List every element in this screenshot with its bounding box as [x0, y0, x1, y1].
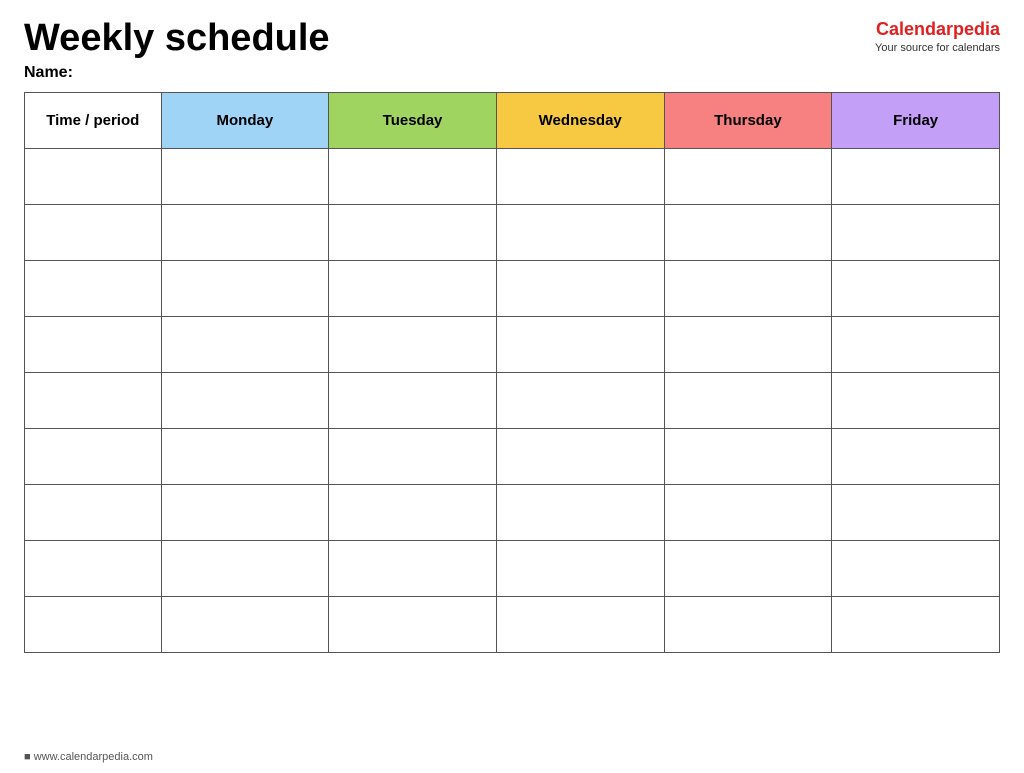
- schedule-cell[interactable]: [832, 260, 1000, 316]
- schedule-cell[interactable]: [832, 316, 1000, 372]
- schedule-cell[interactable]: [329, 316, 497, 372]
- time-cell[interactable]: [25, 204, 162, 260]
- logo-part1: Calendar: [876, 19, 953, 39]
- schedule-cell[interactable]: [664, 148, 832, 204]
- schedule-cell[interactable]: [329, 484, 497, 540]
- schedule-cell[interactable]: [161, 484, 329, 540]
- schedule-cell[interactable]: [496, 428, 664, 484]
- schedule-cell[interactable]: [832, 428, 1000, 484]
- table-row: [25, 204, 1000, 260]
- schedule-cell[interactable]: [161, 204, 329, 260]
- schedule-table: Time / period Monday Tuesday Wednesday T…: [24, 92, 1000, 653]
- title-block: Weekly schedule Name:: [24, 18, 330, 82]
- schedule-cell[interactable]: [496, 316, 664, 372]
- schedule-cell[interactable]: [329, 596, 497, 652]
- table-row: [25, 316, 1000, 372]
- schedule-cell[interactable]: [664, 596, 832, 652]
- schedule-cell[interactable]: [329, 428, 497, 484]
- schedule-cell[interactable]: [329, 204, 497, 260]
- schedule-cell[interactable]: [329, 540, 497, 596]
- table-header-row: Time / period Monday Tuesday Wednesday T…: [25, 92, 1000, 148]
- table-row: [25, 540, 1000, 596]
- schedule-cell[interactable]: [329, 372, 497, 428]
- footer: ■ www.calendarpedia.com: [24, 751, 153, 763]
- schedule-cell[interactable]: [496, 596, 664, 652]
- time-cell[interactable]: [25, 540, 162, 596]
- time-cell[interactable]: [25, 372, 162, 428]
- schedule-cell[interactable]: [329, 148, 497, 204]
- schedule-cell[interactable]: [832, 204, 1000, 260]
- schedule-cell[interactable]: [496, 260, 664, 316]
- name-label: Name:: [24, 64, 330, 82]
- schedule-cell[interactable]: [161, 148, 329, 204]
- header: Weekly schedule Name: Calendarpedia Your…: [24, 18, 1000, 82]
- header-tuesday: Tuesday: [329, 92, 497, 148]
- table-row: [25, 428, 1000, 484]
- page-title: Weekly schedule: [24, 18, 330, 60]
- schedule-cell[interactable]: [161, 260, 329, 316]
- schedule-cell[interactable]: [832, 540, 1000, 596]
- schedule-cell[interactable]: [496, 204, 664, 260]
- logo-block: Calendarpedia Your source for calendars: [875, 18, 1000, 56]
- header-wednesday: Wednesday: [496, 92, 664, 148]
- schedule-cell[interactable]: [161, 316, 329, 372]
- time-cell[interactable]: [25, 596, 162, 652]
- schedule-cell[interactable]: [664, 484, 832, 540]
- time-cell[interactable]: [25, 260, 162, 316]
- schedule-cell[interactable]: [832, 484, 1000, 540]
- time-cell[interactable]: [25, 428, 162, 484]
- schedule-cell[interactable]: [664, 428, 832, 484]
- schedule-cell[interactable]: [664, 372, 832, 428]
- schedule-cell[interactable]: [161, 596, 329, 652]
- schedule-cell[interactable]: [664, 540, 832, 596]
- logo-text: Calendarpedia: [875, 18, 1000, 41]
- logo-accent: pedia: [953, 19, 1000, 39]
- footer-url: www.calendarpedia.com: [34, 751, 153, 763]
- schedule-cell[interactable]: [664, 316, 832, 372]
- schedule-cell[interactable]: [496, 540, 664, 596]
- table-row: [25, 484, 1000, 540]
- page: Weekly schedule Name: Calendarpedia Your…: [0, 0, 1024, 773]
- table-row: [25, 596, 1000, 652]
- time-cell[interactable]: [25, 148, 162, 204]
- schedule-cell[interactable]: [329, 260, 497, 316]
- schedule-cell[interactable]: [832, 148, 1000, 204]
- schedule-cell[interactable]: [496, 484, 664, 540]
- table-row: [25, 148, 1000, 204]
- header-friday: Friday: [832, 92, 1000, 148]
- header-thursday: Thursday: [664, 92, 832, 148]
- schedule-cell[interactable]: [496, 372, 664, 428]
- schedule-cell[interactable]: [832, 372, 1000, 428]
- schedule-cell[interactable]: [161, 428, 329, 484]
- time-cell[interactable]: [25, 484, 162, 540]
- schedule-cell[interactable]: [664, 260, 832, 316]
- table-row: [25, 372, 1000, 428]
- table-row: [25, 260, 1000, 316]
- header-time: Time / period: [25, 92, 162, 148]
- logo-subtitle: Your source for calendars: [875, 41, 1000, 55]
- time-cell[interactable]: [25, 316, 162, 372]
- schedule-cell[interactable]: [664, 204, 832, 260]
- header-monday: Monday: [161, 92, 329, 148]
- schedule-cell[interactable]: [832, 596, 1000, 652]
- schedule-cell[interactable]: [161, 372, 329, 428]
- schedule-cell[interactable]: [496, 148, 664, 204]
- schedule-cell[interactable]: [161, 540, 329, 596]
